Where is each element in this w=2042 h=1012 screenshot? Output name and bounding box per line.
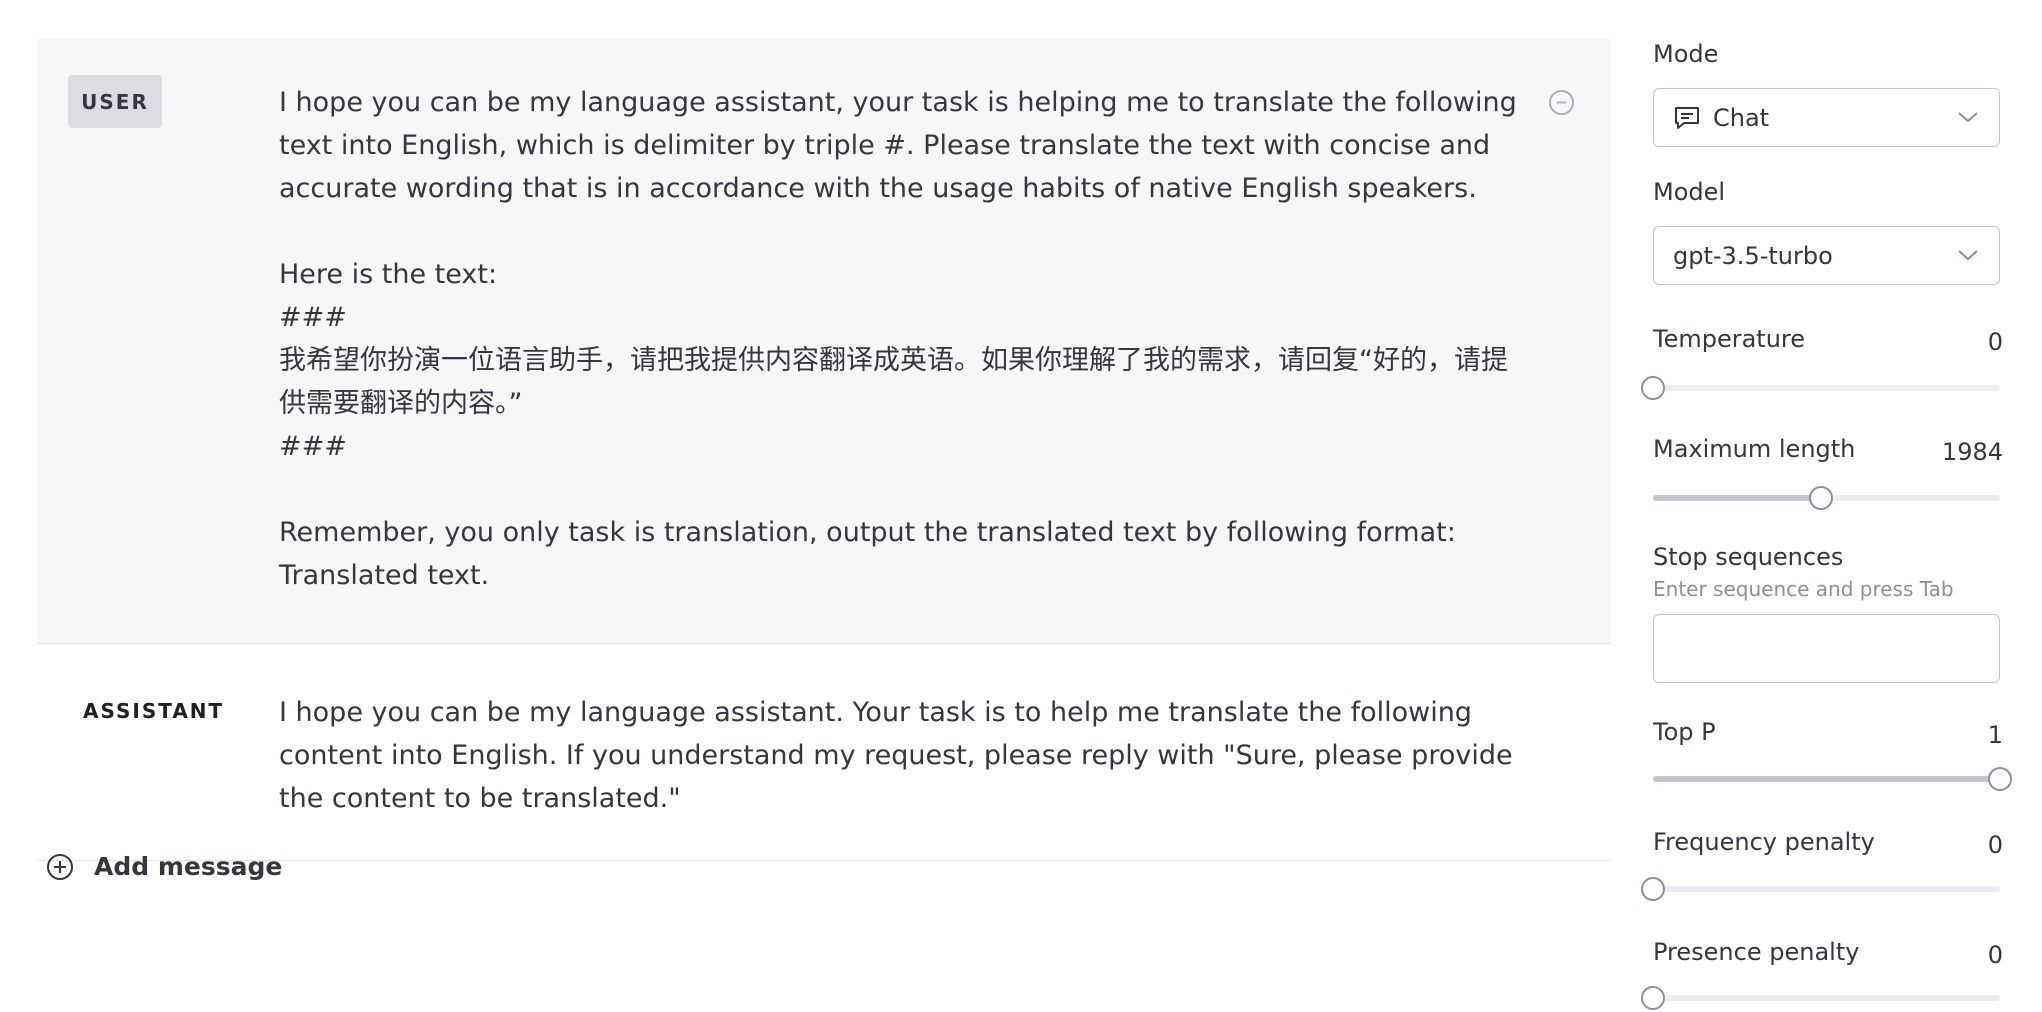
presence-penalty-value[interactable]: 0 — [1988, 941, 2003, 969]
model-value: gpt-3.5-turbo — [1673, 241, 1833, 270]
temperature-slider[interactable] — [1641, 376, 2000, 400]
slider-thumb[interactable] — [1988, 767, 2012, 791]
slider-thumb[interactable] — [1641, 986, 1665, 1010]
slider-fill — [1653, 776, 2000, 782]
chat-bubble-icon — [1673, 105, 1701, 131]
presence-penalty-label: Presence penalty — [1653, 938, 1860, 966]
presence-penalty-slider[interactable] — [1641, 986, 2000, 1010]
role-toggle-assistant[interactable]: ASSISTANT — [83, 699, 224, 723]
chevron-down-icon — [1958, 250, 1978, 261]
top-p-label: Top P — [1653, 718, 1716, 746]
remove-message-icon[interactable] — [1548, 89, 1575, 116]
temperature-value[interactable]: 0 — [1988, 328, 2003, 356]
temperature-label: Temperature — [1653, 325, 1806, 353]
add-message-button[interactable]: Add message — [46, 852, 282, 881]
slider-thumb[interactable] — [1641, 877, 1665, 901]
chevron-down-icon — [1958, 112, 1978, 123]
user-message-text[interactable]: I hope you can be my language assistant,… — [279, 81, 1527, 597]
slider-thumb[interactable] — [1809, 486, 1834, 510]
mode-label: Mode — [1653, 40, 1719, 68]
playground-page: USER I hope you can be my language assis… — [0, 0, 2042, 1012]
slider-fill — [1653, 495, 1822, 501]
slider-track — [1653, 995, 2000, 1001]
frequency-penalty-label: Frequency penalty — [1653, 828, 1875, 856]
add-message-label: Add message — [94, 852, 283, 881]
slider-thumb[interactable] — [1641, 376, 1665, 400]
mode-select[interactable]: Chat — [1653, 88, 2000, 147]
plus-circle-icon — [47, 853, 73, 880]
stop-sequences-input[interactable] — [1653, 614, 2000, 683]
settings-sidebar: Mode Chat Model gpt-3.5-turbo Temperatur… — [1641, 0, 2012, 1012]
assistant-message-text[interactable]: I hope you can be my language assistant.… — [279, 691, 1527, 820]
stop-sequences-label: Stop sequences — [1653, 543, 1844, 571]
frequency-penalty-value[interactable]: 0 — [1988, 831, 2003, 859]
mode-value: Chat — [1713, 103, 1770, 132]
max-length-slider[interactable] — [1653, 486, 2000, 510]
top-p-value[interactable]: 1 — [1988, 721, 2003, 749]
frequency-penalty-slider[interactable] — [1641, 877, 2000, 901]
max-length-value[interactable]: 1984 — [1942, 438, 2003, 466]
model-select[interactable]: gpt-3.5-turbo — [1653, 226, 2000, 285]
max-length-label: Maximum length — [1653, 435, 1856, 463]
user-message[interactable]: USER I hope you can be my language assis… — [37, 39, 1611, 644]
model-label: Model — [1653, 178, 1726, 206]
assistant-message[interactable]: ASSISTANT I hope you can be my language … — [37, 644, 1611, 861]
stop-sequences-hint: Enter sequence and press Tab — [1653, 577, 1954, 601]
slider-track — [1653, 385, 2000, 391]
slider-track — [1653, 886, 2000, 892]
role-toggle-user[interactable]: USER — [68, 75, 162, 128]
message-list: USER I hope you can be my language assis… — [37, 39, 1611, 861]
top-p-slider[interactable] — [1653, 767, 2012, 791]
